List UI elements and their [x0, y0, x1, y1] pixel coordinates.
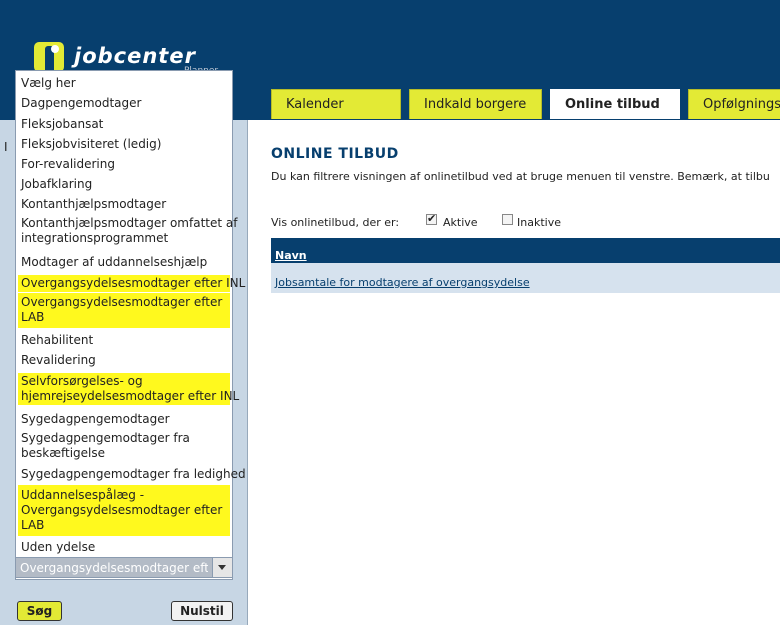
dropdown-option-highlighted[interactable]: Overgangsydelsesmodtager efter	[21, 295, 222, 310]
dropdown-option-line2[interactable]: Overgangsydelsesmodtager efter	[21, 503, 222, 518]
logo-badge-icon	[34, 42, 64, 72]
jobcenter-logo[interactable]: jobcenter Planner	[34, 42, 218, 76]
dropdown-option-line2[interactable]: hjemrejseydelsesmodtager efter INL	[21, 389, 239, 404]
tab-opfolgningsliste[interactable]: Opfølgningslis	[688, 89, 780, 119]
ydelse-dropdown-list[interactable]: Vælg her Dagpengemodtager Fleksjobansat …	[15, 70, 246, 580]
table-row-link[interactable]: Jobsamtale for modtagere af overgangsyde…	[275, 276, 530, 289]
column-header-navn[interactable]: Navn	[275, 249, 307, 262]
table-row: Jobsamtale for modtagere af overgangsyde…	[271, 263, 780, 293]
inaktive-checkbox[interactable]	[502, 214, 513, 225]
page-description: Du kan filtrere visningen af onlinetilbu…	[271, 170, 770, 183]
ydelse-select[interactable]: Overgangsydelsesmodtager efter I	[15, 557, 233, 578]
dropdown-option-highlighted[interactable]: Selvforsørgelses- og	[21, 374, 143, 389]
dropdown-option[interactable]: For-revalidering	[21, 157, 115, 172]
tab-kalender[interactable]: Kalender	[271, 89, 401, 119]
dropdown-option[interactable]: Rehabilitent	[21, 333, 93, 348]
logo-text: jobcenter	[74, 44, 196, 68]
dropdown-option[interactable]: Jobafklaring	[21, 177, 92, 192]
dropdown-option-line2[interactable]: LAB	[21, 310, 44, 325]
dropdown-option[interactable]: Fleksjobansat	[21, 117, 103, 132]
dropdown-option[interactable]: Sygedagpengemodtager	[21, 412, 170, 427]
dropdown-option[interactable]: Kontanthjælpsmodtager	[21, 197, 166, 212]
dropdown-option-line2[interactable]: integrationsprogrammet	[21, 231, 168, 246]
dropdown-option-highlighted[interactable]: Overgangsydelsesmodtager efter INL	[21, 276, 245, 291]
tab-indkald-borgere[interactable]: Indkald borgere	[409, 89, 542, 119]
dropdown-option[interactable]: Kontanthjælpsmodtager omfattet af	[21, 216, 237, 231]
select-current-value: Overgangsydelsesmodtager efter I	[20, 561, 208, 575]
page-title: ONLINE TILBUD	[271, 146, 399, 162]
dropdown-option-line2[interactable]: beskæftigelse	[21, 446, 105, 461]
tab-online-tilbud[interactable]: Online tilbud	[550, 89, 680, 119]
dropdown-option[interactable]: Sygedagpengemodtager fra ledighed	[21, 467, 246, 482]
dropdown-option-line3[interactable]: LAB	[21, 518, 44, 533]
dropdown-option[interactable]: Vælg her	[21, 76, 76, 91]
dropdown-option[interactable]: Dagpengemodtager	[21, 96, 141, 111]
dropdown-option-highlighted[interactable]: Uddannelsespålæg -	[21, 488, 144, 503]
reset-button[interactable]: Nulstil	[171, 601, 233, 621]
sidebar-label-fragment: I	[4, 140, 8, 154]
app-window: jobcenter Planner Kalender Indkald borge…	[0, 0, 780, 625]
inaktive-label[interactable]: Inaktive	[517, 216, 561, 229]
aktive-checkbox[interactable]	[426, 212, 437, 225]
dropdown-option[interactable]: Sygedagpengemodtager fra	[21, 431, 190, 446]
filter-label: Vis onlinetilbud, der er:	[271, 216, 400, 229]
dropdown-option[interactable]: Fleksjobvisiteret (ledig)	[21, 137, 161, 152]
search-button[interactable]: Søg	[17, 601, 62, 621]
aktive-label[interactable]: Aktive	[443, 216, 478, 229]
table-header: Navn	[271, 238, 780, 263]
online-tilbud-table: Navn Jobsamtale for modtagere af overgan…	[271, 238, 780, 293]
dropdown-option[interactable]: Modtager af uddannelseshjælp	[21, 255, 207, 270]
dropdown-option[interactable]: Revalidering	[21, 353, 96, 368]
chevron-down-icon[interactable]	[212, 558, 232, 577]
dropdown-option[interactable]: Uden ydelse	[21, 540, 95, 555]
